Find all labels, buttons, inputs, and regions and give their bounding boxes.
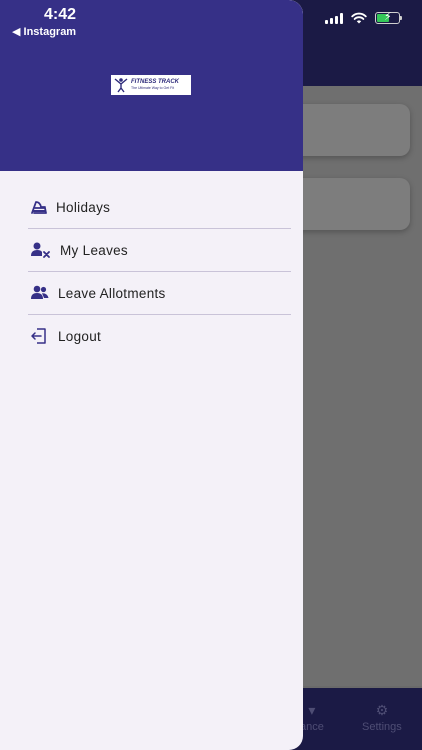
battery-icon: ⚡ [375, 11, 402, 24]
beach-chair-icon [30, 198, 50, 218]
menu-item-logout[interactable]: Logout [0, 315, 303, 358]
tab-settings: ⚙ Settings [362, 702, 402, 733]
status-indicators: ⚡ [325, 11, 402, 24]
menu-item-label: Holidays [56, 200, 111, 215]
menu-item-label: My Leaves [60, 243, 128, 258]
user-remove-icon [30, 241, 50, 261]
fitness-track-logo: FITNESS TRACK The Ultimate Way to Get Fi… [111, 75, 191, 95]
back-to-app-link[interactable]: ◀ Instagram [12, 25, 76, 38]
chart-icon: ▾ [308, 702, 316, 718]
menu-item-holidays[interactable]: Holidays [0, 186, 303, 229]
tab-label: ance [300, 721, 324, 733]
logo-tagline: The Ultimate Way to Get Fit [131, 86, 175, 91]
menu-item-leave-allotments[interactable]: Leave Allotments [0, 272, 303, 315]
status-time: 4:42 [44, 6, 77, 23]
menu-item-label: Logout [58, 329, 102, 344]
tab-label: Settings [362, 721, 402, 733]
logo-name: FITNESS TRACK [131, 79, 179, 86]
gear-icon: ⚙ [375, 702, 389, 718]
athlete-logo-icon [114, 77, 128, 93]
menu-item-my-leaves[interactable]: My Leaves [0, 229, 303, 272]
logout-icon [30, 327, 50, 347]
menu-item-label: Leave Allotments [58, 286, 166, 301]
signal-icon [325, 12, 343, 24]
tab-attendance: ▾ ance [300, 702, 324, 733]
users-icon [30, 284, 50, 304]
wifi-icon [351, 12, 367, 24]
navigation-drawer: FITNESS TRACK The Ultimate Way to Get Fi… [0, 0, 303, 750]
